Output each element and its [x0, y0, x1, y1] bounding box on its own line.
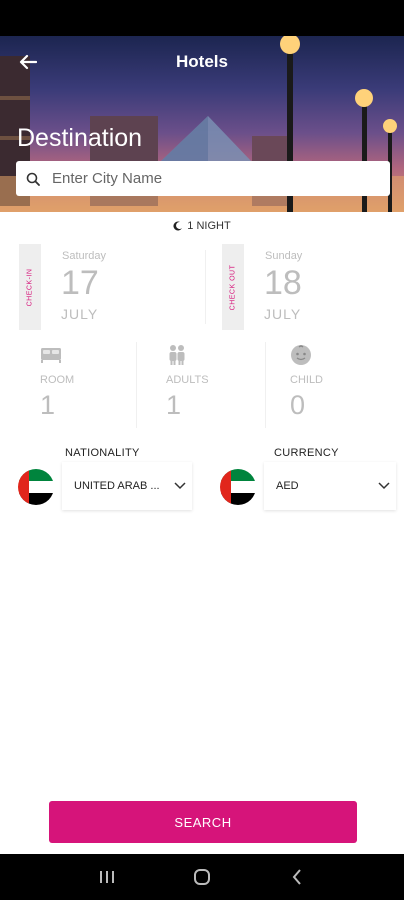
room-label: ROOM [40, 374, 75, 386]
check-out-tag: CHECK OUT [222, 244, 244, 330]
home-icon [193, 869, 210, 885]
check-in-day: 17 [61, 264, 99, 302]
check-out-day: 18 [264, 264, 302, 302]
nights-indicator: 1 NIGHT [0, 220, 404, 232]
check-out-month: JULY [264, 306, 302, 322]
check-in-month: JULY [61, 306, 99, 322]
check-in-weekday: Saturday [62, 250, 107, 262]
moon-icon [173, 221, 183, 231]
nationality-value: UNITED ARAB ... [74, 480, 160, 492]
child-count: 0 [290, 390, 306, 420]
page-title: Hotels [176, 52, 228, 71]
destination-label: Destination [17, 124, 143, 152]
adults-count: 1 [166, 390, 182, 420]
check-out-date-card[interactable]: CHECK OUT Sunday 18 JULY [222, 244, 392, 330]
system-back-button[interactable] [282, 862, 312, 892]
city-search-field[interactable] [16, 161, 390, 196]
hero-banner: Hotels Destination [0, 36, 404, 212]
city-search-input[interactable] [52, 170, 372, 187]
check-in-date-card[interactable]: CHECK-IN Saturday 17 JULY [19, 244, 199, 330]
status-bar [0, 0, 404, 36]
recent-apps-button[interactable] [92, 862, 122, 892]
recent-apps-icon [100, 871, 115, 883]
child-counter[interactable]: CHILD 0 [290, 340, 400, 430]
currency-label: CURRENCY [274, 447, 339, 459]
search-icon [26, 172, 40, 186]
divider [205, 250, 206, 324]
nationality-select[interactable]: UNITED ARAB ... [62, 462, 192, 510]
chevron-down-icon [372, 482, 396, 490]
search-button[interactable]: SEARCH [49, 801, 357, 843]
room-count: 1 [40, 390, 56, 420]
bed-icon [41, 348, 61, 363]
currency-value: AED [276, 480, 299, 492]
uae-flag-icon [18, 469, 54, 505]
adults-icon [169, 345, 185, 365]
check-out-weekday: Sunday [265, 250, 303, 262]
nights-count: 1 NIGHT [187, 220, 231, 232]
child-icon [291, 345, 311, 365]
child-label: CHILD [290, 374, 324, 386]
adults-counter[interactable]: ADULTS 1 [166, 340, 276, 430]
nationality-label: NATIONALITY [65, 447, 140, 459]
divider [265, 342, 266, 428]
currency-select[interactable]: AED [264, 462, 396, 510]
divider [136, 342, 137, 428]
system-nav-bar [0, 854, 404, 900]
chevron-down-icon [168, 482, 192, 490]
chevron-left-icon [292, 869, 301, 885]
adults-label: ADULTS [166, 374, 209, 386]
uae-flag-icon [220, 469, 256, 505]
home-button[interactable] [187, 862, 217, 892]
check-in-tag: CHECK-IN [19, 244, 41, 330]
room-counter[interactable]: ROOM 1 [40, 340, 150, 430]
